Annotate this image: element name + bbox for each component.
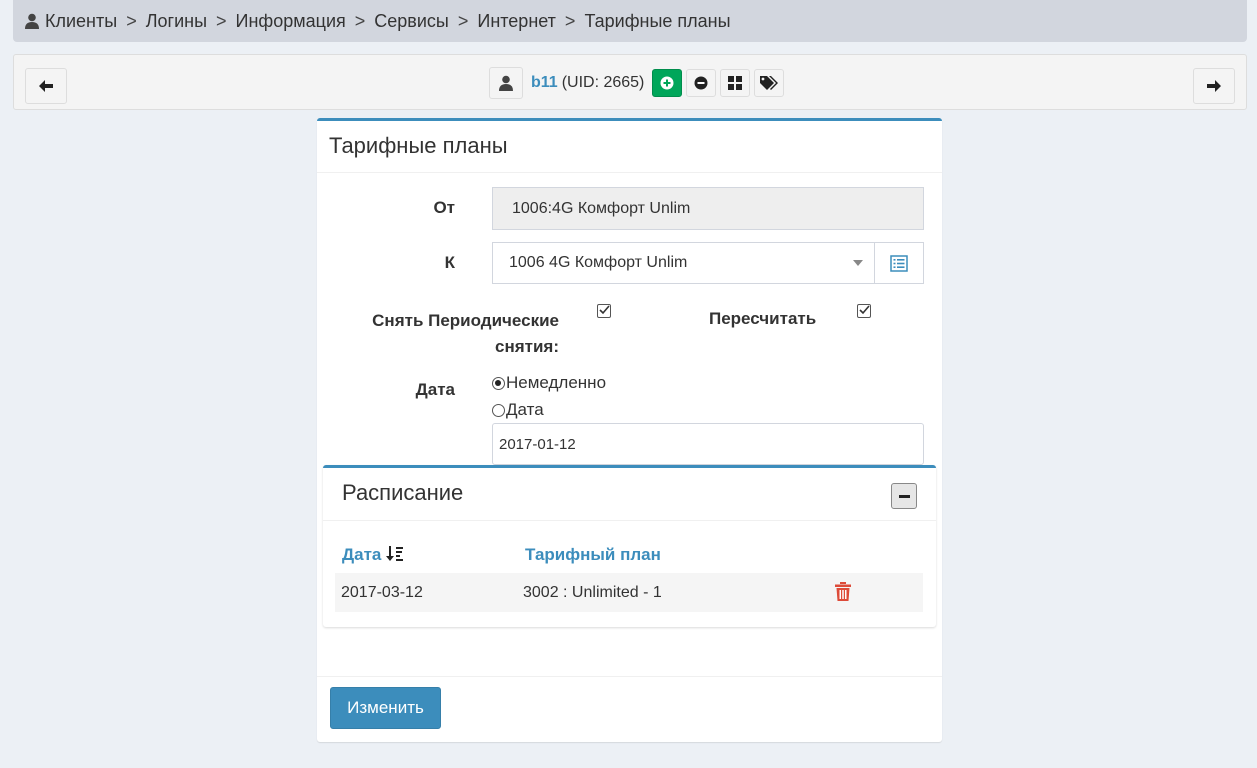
from-label: От (433, 198, 455, 217)
add-button[interactable] (652, 69, 683, 97)
collapse-button[interactable] (891, 483, 917, 509)
date-input[interactable]: 2017-01-12 (492, 423, 924, 465)
breadcrumb: Клиенты > Логины > Информация > Сервисы … (13, 0, 1247, 42)
sort-desc-icon (386, 546, 404, 562)
plus-circle-icon (660, 76, 674, 90)
user-nav-bar: b11 (UID: 2665) (13, 54, 1247, 110)
breadcrumb-separator: > (126, 10, 137, 31)
cell-date: 2017-03-12 (341, 584, 423, 601)
breadcrumb-clients[interactable]: Клиенты (45, 11, 117, 32)
col-header-tariff-plan[interactable]: Тарифный план (525, 545, 661, 565)
card-title: Тарифные планы (329, 133, 508, 158)
divider (317, 676, 942, 677)
tariff-plans-card: Тарифные планы От 1006:4G Комфорт Unlim … (317, 118, 942, 742)
recalc-label: Пересчитать (709, 309, 817, 328)
minus-circle-icon (694, 76, 708, 90)
user-profile-button[interactable] (489, 67, 523, 99)
uid-text: (UID: 2665) (561, 74, 645, 91)
radio-date[interactable] (492, 403, 505, 417)
radio-date-label: Дата (506, 400, 544, 419)
table-row: 2017-03-12 3002 : Unlimited - 1 (335, 573, 923, 612)
breadcrumb-separator: > (354, 10, 366, 31)
remove-periodic-checkbox[interactable] (597, 304, 611, 318)
minus-icon (898, 494, 910, 498)
trash-icon[interactable] (835, 582, 851, 601)
caret-down-icon (853, 260, 863, 266)
submit-button[interactable]: Изменить (330, 687, 441, 729)
remove-periodic-label-line1: Снять Периодические (372, 311, 559, 330)
user-icon (499, 75, 513, 91)
breadcrumb-logins[interactable]: Логины (146, 11, 207, 32)
cell-tariff-plan: 3002 : Unlimited - 1 (523, 584, 662, 601)
remove-periodic-label: Снять Периодические снятия: (317, 308, 559, 360)
col-header-date[interactable]: Дата (342, 545, 404, 565)
breadcrumb-separator: > (457, 10, 469, 31)
col-header-date-label: Дата (342, 545, 382, 564)
next-button[interactable] (1193, 68, 1235, 104)
breadcrumb-separator: > (564, 10, 576, 31)
tags-button[interactable] (754, 69, 785, 97)
remove-periodic-label-line2: снятия: (495, 337, 559, 356)
schedule-box: Расписание Дата Тарифный план 2017-03-12… (323, 465, 936, 627)
grid-icon (728, 76, 743, 90)
breadcrumb-services[interactable]: Сервисы (374, 11, 449, 32)
breadcrumb-tariff-plans: Тарифные планы (584, 10, 731, 31)
breadcrumb-separator: > (216, 10, 227, 31)
remove-button[interactable] (686, 69, 717, 97)
tariff-select-value: 1006 4G Комфорт Unlim (509, 254, 688, 271)
radio-date-option[interactable]: Дата (492, 400, 544, 420)
list-icon (890, 254, 908, 272)
recalc-checkbox[interactable] (857, 304, 871, 318)
radio-now-option[interactable]: Немедленно (492, 373, 606, 393)
date-label: Дата (415, 380, 455, 399)
from-field: 1006:4G Комфорт Unlim (492, 187, 924, 230)
schedule-title: Расписание (342, 480, 464, 505)
divider (317, 172, 942, 173)
tariff-select[interactable]: 1006 4G Комфорт Unlim (492, 242, 875, 284)
prev-button[interactable] (25, 68, 67, 104)
user-icon (25, 13, 39, 29)
arrow-left-icon (38, 79, 54, 93)
to-label: К (444, 253, 455, 272)
user-controls: b11 (UID: 2665) (489, 67, 785, 99)
login-link[interactable]: b11 (531, 74, 558, 92)
tariff-list-button[interactable] (874, 242, 924, 284)
breadcrumb-info[interactable]: Информация (236, 11, 346, 32)
divider (323, 520, 936, 521)
radio-now-label: Немедленно (506, 373, 607, 392)
tags-icon (760, 76, 779, 90)
breadcrumb-internet[interactable]: Интернет (477, 11, 556, 32)
radio-now[interactable] (492, 376, 505, 390)
arrow-right-icon (1206, 79, 1222, 93)
grid-view-button[interactable] (720, 69, 751, 97)
